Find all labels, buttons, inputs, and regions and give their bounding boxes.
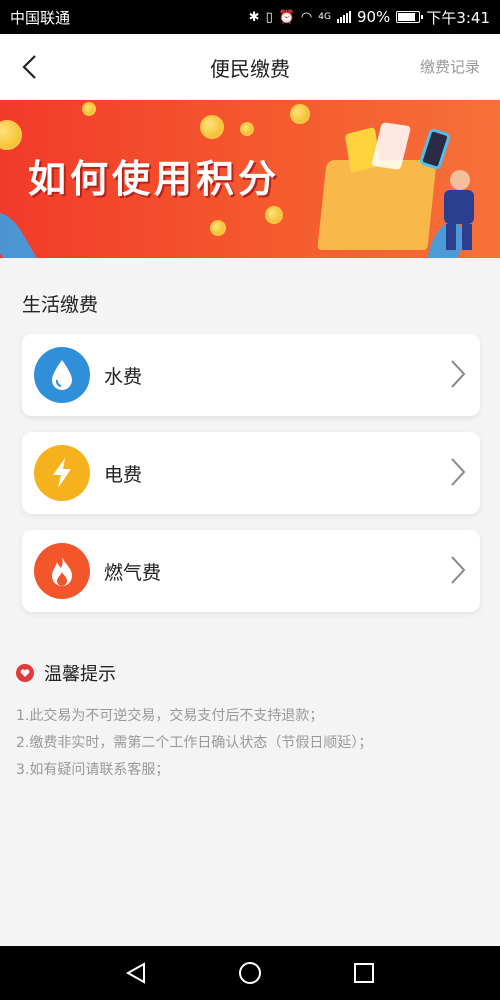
section-title: 生活缴费 xyxy=(22,294,99,316)
status-icons: ✱ ▯ ⏰ ◠ 4G 90% 下午3:41 xyxy=(249,7,490,28)
wifi-icon: ◠ xyxy=(300,9,313,25)
coin-icon xyxy=(200,115,224,139)
coin-icon xyxy=(0,120,22,150)
tips-title: 温馨提示 xyxy=(44,664,116,685)
network-type: 4G xyxy=(318,11,331,22)
electricity-fee-label: 电费 xyxy=(104,463,143,486)
water-fee-label: 水费 xyxy=(104,365,143,388)
tips-header: 温馨提示 xyxy=(16,660,116,686)
vibrate-icon: ▯ xyxy=(265,9,273,25)
lightning-icon xyxy=(34,445,90,501)
chevron-right-icon xyxy=(451,360,466,388)
water-drop-icon xyxy=(34,347,90,403)
coin-icon xyxy=(290,104,310,124)
coin-icon xyxy=(240,122,254,136)
payment-record-link[interactable]: 缴费记录 xyxy=(420,56,480,77)
system-nav-bar xyxy=(0,946,500,1000)
tip-line: 1.此交易为不可逆交易，交易支付后不支持退款； xyxy=(16,708,324,724)
coin-icon xyxy=(265,206,283,224)
carrier-name: 中国联通 xyxy=(10,8,71,27)
gift-box-illustration xyxy=(317,122,437,250)
coin-icon xyxy=(82,102,96,116)
clock-time: 下午3:41 xyxy=(426,8,490,27)
banner-title: 如何使用积分 xyxy=(28,157,281,201)
gas-fee-item[interactable]: 燃气费 xyxy=(22,530,480,612)
chevron-right-icon xyxy=(451,556,466,584)
person-illustration xyxy=(440,170,480,250)
back-triangle-icon[interactable] xyxy=(125,961,147,985)
gas-fee-label: 燃气费 xyxy=(104,561,162,584)
back-button[interactable] xyxy=(10,48,48,86)
coin-icon xyxy=(210,220,226,236)
water-fee-item[interactable]: 水费 xyxy=(22,334,480,416)
bluetooth-icon: ✱ xyxy=(248,9,260,25)
battery-icon xyxy=(396,11,424,23)
header-bar: 便民缴费 缴费记录 xyxy=(0,34,500,100)
battery-percent: 90% xyxy=(356,8,391,26)
leaf-decoration xyxy=(0,206,37,258)
chevron-right-icon xyxy=(451,458,466,486)
electricity-fee-item[interactable]: 电费 xyxy=(22,432,480,514)
signal-icon xyxy=(336,11,351,23)
status-bar: 中国联通 ✱ ▯ ⏰ ◠ 4G 90% 下午3:41 xyxy=(0,0,500,34)
home-circle-icon[interactable] xyxy=(238,961,262,985)
chevron-left-icon xyxy=(22,55,36,79)
tip-line: 2.缴费非实时，需第二个工作日确认状态（节假日顺延）； xyxy=(16,735,373,751)
flame-icon xyxy=(34,543,90,599)
heart-icon xyxy=(16,664,34,682)
tip-line: 3.如有疑问请联系客服； xyxy=(16,762,170,778)
alarm-icon: ⏰ xyxy=(278,9,295,25)
phone-illustration xyxy=(418,127,452,171)
promo-banner[interactable]: 如何使用积分 xyxy=(0,100,500,258)
page-title: 便民缴费 xyxy=(210,56,290,81)
recents-square-icon[interactable] xyxy=(353,962,375,984)
